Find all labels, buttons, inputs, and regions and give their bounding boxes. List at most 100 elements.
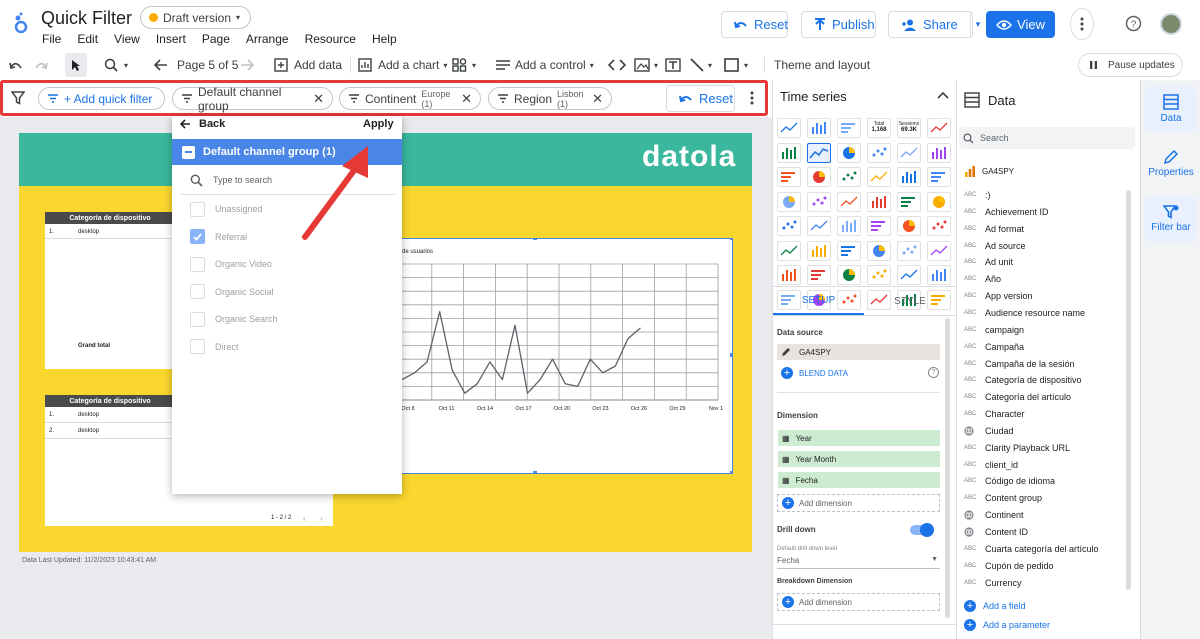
chart-type-icon[interactable] xyxy=(777,142,801,163)
drill-down-toggle[interactable] xyxy=(910,523,934,537)
shape-icon[interactable]: ▾ xyxy=(724,50,748,80)
publish-button[interactable]: Publish xyxy=(801,11,876,38)
chart-type-icon[interactable] xyxy=(777,191,801,212)
checkbox-icon[interactable] xyxy=(190,256,205,272)
data-source-row[interactable]: GA4SPY xyxy=(964,165,1014,177)
theme-layout-button[interactable]: Theme and layout xyxy=(774,50,870,80)
data-search-input[interactable]: Search xyxy=(959,127,1135,149)
image-icon[interactable]: ▾ xyxy=(634,50,658,80)
chart-type-icon[interactable] xyxy=(837,240,861,261)
select-pointer-icon[interactable] xyxy=(65,53,87,77)
field-item[interactable]: ABC Categoría del artículo xyxy=(964,389,1071,405)
filter-funnel-icon[interactable] xyxy=(11,91,25,105)
field-item[interactable]: ABC Año xyxy=(964,271,1001,287)
filter-chip-region[interactable]: Region Lisbon (1) ✕ xyxy=(488,87,612,110)
option-unassigned[interactable]: Unassigned xyxy=(190,201,263,217)
apply-button[interactable]: Apply xyxy=(363,118,394,130)
chart-type-icon[interactable] xyxy=(927,142,951,163)
option-direct[interactable]: Direct xyxy=(190,339,239,355)
menu-file[interactable]: File xyxy=(34,32,69,46)
add-dimension-button[interactable]: + Add dimension xyxy=(777,494,940,512)
chart-type-icon[interactable] xyxy=(777,265,801,285)
field-item[interactable]: Content ID xyxy=(964,524,1028,540)
chart-type-icon[interactable] xyxy=(837,216,861,236)
field-item[interactable]: Ciudad xyxy=(964,423,1014,439)
chart-type-icon[interactable] xyxy=(927,216,951,236)
chart-type-icon[interactable] xyxy=(807,118,831,138)
share-button[interactable]: Share ▾ xyxy=(888,11,980,38)
embed-code-icon[interactable] xyxy=(608,50,626,80)
report-title[interactable]: Quick Filter xyxy=(41,8,132,29)
redo-icon[interactable] xyxy=(34,50,48,80)
chart-type-icon[interactable] xyxy=(807,240,831,261)
field-item[interactable]: ABC campaign xyxy=(964,322,1024,338)
add-breakdown-button[interactable]: + Add dimension xyxy=(777,593,940,611)
field-item[interactable]: ABC Character xyxy=(964,406,1025,422)
option-organic-social[interactable]: Organic Social xyxy=(190,284,274,300)
data-source-chip[interactable]: GA4SPY xyxy=(777,344,940,360)
chart-type-icon[interactable] xyxy=(807,216,831,236)
looker-studio-logo-icon[interactable] xyxy=(13,12,29,34)
side-tab-data[interactable]: Data xyxy=(1145,86,1197,132)
checkbox-icon[interactable] xyxy=(190,339,205,354)
side-tab-filter-bar[interactable]: Filter bar xyxy=(1145,196,1197,242)
field-item[interactable]: ABC App version xyxy=(964,288,1033,304)
chart-type-icon[interactable] xyxy=(867,216,891,236)
chart-type-icon[interactable] xyxy=(897,265,921,285)
menu-insert[interactable]: Insert xyxy=(148,32,194,46)
chart-type-icon[interactable] xyxy=(777,167,801,187)
filter-chip-continent[interactable]: Continent Europe (1) ✕ xyxy=(339,87,481,110)
menu-edit[interactable]: Edit xyxy=(69,32,106,46)
field-item[interactable]: Continent xyxy=(964,507,1024,523)
chart-type-icon[interactable]: Sessions 69.3K xyxy=(897,118,921,138)
zoom-icon[interactable]: ▾ xyxy=(104,50,128,80)
chart-type-icon[interactable] xyxy=(927,265,951,285)
field-item[interactable]: ABC Ad source xyxy=(964,238,1026,254)
minus-checkbox-icon[interactable] xyxy=(182,145,195,159)
share-caret-icon[interactable]: ▾ xyxy=(969,12,980,37)
field-item[interactable]: ABC Código de idioma xyxy=(964,473,1055,489)
chart-type-icon[interactable] xyxy=(867,142,891,163)
help-icon[interactable]: ? xyxy=(1125,15,1142,32)
chart-type-icon[interactable] xyxy=(927,240,951,261)
chart-type-icon[interactable] xyxy=(927,191,951,212)
checkbox-icon[interactable] xyxy=(190,284,205,299)
chart-type-icon[interactable] xyxy=(837,118,861,138)
checkbox-icon[interactable] xyxy=(190,311,205,327)
chart-type-icon[interactable] xyxy=(897,240,921,261)
menu-page[interactable]: Page xyxy=(194,32,238,46)
menu-help[interactable]: Help xyxy=(364,32,405,46)
add-quick-filter-button[interactable]: + Add quick filter xyxy=(38,87,165,110)
help-icon[interactable]: ? xyxy=(928,367,939,378)
chart-type-icon[interactable] xyxy=(837,191,861,212)
default-drill-select[interactable]: Fecha ▼ xyxy=(777,556,940,569)
field-item[interactable]: ABC Clarity Playback URL xyxy=(964,440,1070,456)
tab-style[interactable]: STYLE xyxy=(864,287,956,315)
field-item[interactable]: ABC Ad unit xyxy=(964,254,1013,270)
table-header[interactable]: Categoría de dispositivo xyxy=(45,395,175,407)
chart-type-icon[interactable] xyxy=(837,142,861,163)
add-data-button[interactable]: Add data xyxy=(274,50,342,80)
chart-type-icon[interactable] xyxy=(897,216,921,236)
dimension-chip-year-month[interactable]: ▦ Year Month xyxy=(778,451,940,467)
field-item[interactable]: ABC Content group xyxy=(964,490,1042,506)
close-icon[interactable]: ✕ xyxy=(461,91,472,107)
menu-arrange[interactable]: Arrange xyxy=(238,32,297,46)
back-button[interactable]: Back xyxy=(180,118,225,130)
checked-checkbox-icon[interactable] xyxy=(190,229,205,244)
pencil-icon[interactable] xyxy=(781,347,791,357)
reset-report-button[interactable]: Reset xyxy=(721,11,788,38)
chart-type-time-series-icon[interactable] xyxy=(807,142,831,163)
field-item[interactable]: ABC Achievement ID xyxy=(964,204,1049,220)
chart-type-icon[interactable] xyxy=(867,265,891,285)
chart-type-icon[interactable] xyxy=(897,167,921,187)
dimension-chip-year[interactable]: ▦ Year xyxy=(778,430,940,446)
field-item[interactable]: ABC Categoría de dispositivo xyxy=(964,372,1082,388)
chart-type-icon[interactable] xyxy=(807,191,831,212)
pause-updates-button[interactable]: Pause updates xyxy=(1078,53,1183,77)
menu-resource[interactable]: Resource xyxy=(297,32,364,46)
chart-type-icon[interactable] xyxy=(927,118,951,138)
chart-type-icon[interactable] xyxy=(807,265,831,285)
side-tab-properties[interactable]: Properties xyxy=(1145,141,1197,187)
filter-reset-button[interactable]: Reset xyxy=(666,85,735,112)
